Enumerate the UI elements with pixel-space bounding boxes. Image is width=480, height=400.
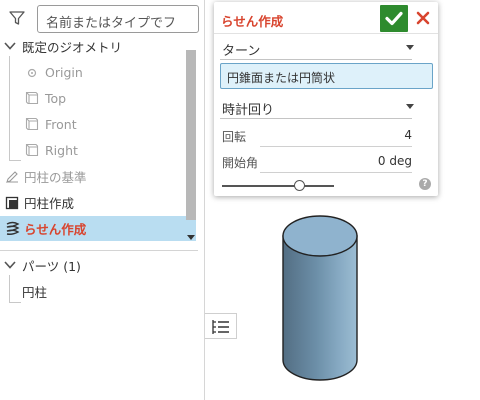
helix-feature-dialog: らせん作成 ターン 円錐面または円筒状 時計回り 回転 4 開始角 0 deg … (214, 2, 438, 196)
sketch-pencil-icon (6, 171, 18, 183)
tree-item-front-plane[interactable]: Front (0, 112, 196, 137)
tree-item-label: Origin (45, 65, 83, 80)
helix-icon (6, 221, 20, 235)
feature-tree-panel: 名前またはタイプでフ 既定のジオメトリ Origin Top Front Rig… (0, 0, 205, 400)
start-angle-input[interactable]: 0 deg (378, 154, 412, 168)
parts-list-header[interactable]: パーツ (1) (0, 253, 196, 278)
list-icon (212, 320, 229, 334)
tree-item-label: 円柱作成 (24, 196, 75, 211)
parts-header-label: パーツ (1) (22, 259, 81, 274)
tree-item-cylinder-extrude[interactable]: 円柱作成 (0, 190, 196, 215)
extrude-icon (5, 196, 19, 210)
dropdown-caret-icon (406, 45, 414, 50)
feature-list-toggle-button[interactable] (205, 313, 237, 339)
tree-scrollbar-thumb[interactable] (186, 50, 196, 220)
scroll-down-arrow-icon[interactable] (186, 232, 196, 242)
tree-item-cylinder-sketch[interactable]: 円柱の基準 (0, 164, 196, 189)
tree-item-label: Front (45, 117, 77, 132)
tree-connector (9, 160, 21, 161)
plane-icon (25, 91, 39, 105)
checkmark-icon (385, 11, 403, 26)
search-input[interactable]: 名前またはタイプでフ (37, 5, 199, 33)
angle-slider-handle[interactable] (294, 180, 305, 191)
dialog-separator (214, 33, 438, 34)
plane-icon (25, 117, 39, 131)
tree-group-default-geometry[interactable]: 既定のジオメトリ (0, 34, 196, 59)
chevron-down-icon[interactable] (4, 260, 16, 270)
part-item-label: 円柱 (22, 285, 48, 300)
revolutions-field[interactable]: 回転 4 (220, 123, 412, 147)
part-item[interactable]: 円柱 (0, 279, 196, 304)
filter-icon[interactable] (8, 9, 26, 27)
tree-item-label: Top (45, 91, 67, 106)
cylinder-3d-model[interactable] (280, 212, 360, 384)
tree-item-top-plane[interactable]: Top (0, 86, 196, 111)
tree-item-right-plane[interactable]: Right (0, 138, 196, 163)
face-selection-text: 円錐面または円筒状 (227, 71, 336, 85)
direction-select[interactable]: 時計回り (220, 94, 414, 119)
start-angle-field[interactable]: 開始角 0 deg (220, 149, 412, 173)
accept-button[interactable] (380, 5, 408, 32)
dropdown-caret-icon (406, 104, 414, 109)
angle-slider-track[interactable] (222, 185, 334, 187)
revolutions-input[interactable]: 4 (404, 128, 412, 142)
field-underline (260, 172, 412, 173)
tree-item-helix[interactable]: らせん作成 (0, 216, 196, 241)
tree-item-label: 円柱の基準 (24, 170, 87, 185)
cancel-button[interactable] (413, 8, 433, 28)
plane-icon (25, 143, 39, 157)
tree-item-label: Right (45, 143, 78, 158)
close-icon (416, 11, 430, 25)
tree-item-label: らせん作成 (24, 222, 87, 237)
chevron-down-icon[interactable] (4, 41, 16, 51)
origin-icon (27, 68, 37, 78)
field-underline (260, 146, 412, 147)
start-angle-label: 開始角 (222, 156, 259, 170)
dialog-title: らせん作成 (221, 14, 284, 29)
tree-group-label: 既定のジオメトリ (22, 40, 123, 55)
direction-value: 時計回り (222, 103, 275, 118)
panel-divider (0, 250, 198, 251)
help-icon[interactable]: ? (419, 178, 431, 190)
helix-type-select[interactable]: ターン (220, 35, 414, 60)
helix-type-value: ターン (222, 44, 261, 59)
revolutions-label: 回転 (222, 130, 247, 144)
face-selection-field[interactable]: 円錐面または円筒状 (220, 63, 433, 89)
tree-item-origin[interactable]: Origin (0, 60, 196, 85)
